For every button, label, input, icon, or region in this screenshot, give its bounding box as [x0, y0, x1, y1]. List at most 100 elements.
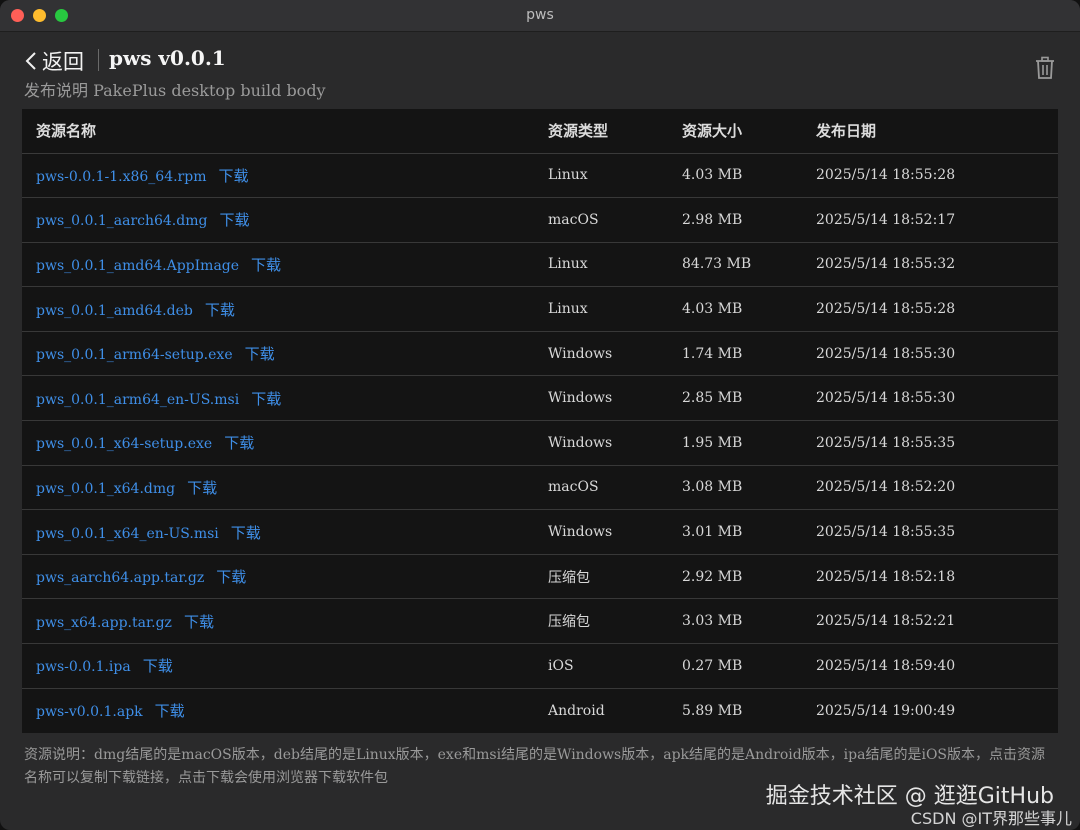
- release-notes: 发布说明 PakePlus desktop build body: [24, 81, 326, 100]
- asset-date-cell: 2025/5/14 18:55:32: [802, 242, 1058, 288]
- header-divider: [98, 49, 99, 71]
- asset-size-cell: 5.89 MB: [682, 702, 743, 719]
- watermark-csdn: CSDN @IT界那些事儿: [910, 809, 1072, 828]
- asset-size-cell: 3.03 MB: [668, 598, 802, 645]
- column-header-name: 资源名称: [22, 109, 534, 154]
- asset-name-cell: pws-0.0.1-1.x86_64.rpm 下载: [22, 153, 534, 199]
- asset-name-link[interactable]: pws_0.0.1_arm64-setup.exe: [36, 347, 233, 363]
- asset-type-cell: Windows: [534, 331, 668, 377]
- asset-date-cell: 2025/5/14 18:55:28: [802, 286, 1058, 332]
- table-row: pws_0.0.1_arm64_en-US.msi 下载 Windows 2.85 M…: [22, 375, 1058, 422]
- asset-type-cell: macOS: [534, 465, 668, 511]
- asset-type-cell: macOS: [534, 197, 668, 243]
- asset-size-cell: 4.03 MB: [668, 153, 802, 199]
- table-row: pws_0.0.1_x64.dmg 下载 macOS 3.08 MB 2025/5/14…: [22, 465, 1058, 511]
- download-link[interactable]: 下载: [224, 434, 254, 452]
- asset-name-link[interactable]: pws_0.0.1_arm64_en-US.msi: [36, 392, 239, 408]
- asset-name-cell: pws-0.0.1.ipa 下载: [22, 643, 534, 689]
- asset-name-link[interactable]: pws_x64.app.tar.gz: [36, 615, 172, 631]
- delete-button[interactable]: [1034, 56, 1056, 84]
- download-link[interactable]: 下载: [231, 524, 261, 542]
- asset-name-link[interactable]: pws-v0.0.1.apk: [36, 704, 143, 720]
- asset-name-link[interactable]: pws_0.0.1_x64.dmg: [36, 481, 175, 497]
- back-button[interactable]: 返回: [24, 46, 84, 76]
- asset-type-cell: Windows: [534, 509, 668, 555]
- asset-size-cell: 1.95 MB: [668, 420, 802, 466]
- table-row: pws-0.0.1.ipa 下载 iOS 0.27 MB 2025/5/14 18:59…: [22, 643, 1058, 689]
- asset-type-cell: Windows: [534, 375, 668, 422]
- asset-name-link[interactable]: pws_0.0.1_amd64.deb: [36, 303, 193, 319]
- asset-name-cell: pws_0.0.1_arm64_en-US.msi 下载: [22, 375, 534, 422]
- asset-name-cell: pws_0.0.1_x64.dmg 下载: [22, 465, 534, 511]
- asset-name-link[interactable]: pws_0.0.1_aarch64.dmg: [36, 213, 207, 229]
- download-link[interactable]: 下载: [245, 345, 275, 363]
- table-row: pws-0.0.1-1.x86_64.rpm 下载 Linux 4.03 MB 2025…: [22, 153, 1058, 199]
- asset-name-cell: pws_0.0.1_arm64-setup.exe 下载: [22, 331, 534, 377]
- asset-type-cell: Linux: [534, 153, 668, 199]
- table-row: pws-v0.0.1.apk 下载 Android 5.89 MB 2025/5/14 …: [22, 688, 1058, 733]
- table-row: pws_0.0.1_amd64.AppImage 下载 Linux 84.73 MB 2…: [22, 242, 1058, 288]
- download-link[interactable]: 下载: [143, 657, 173, 675]
- column-header-size: 资源大小: [668, 109, 802, 154]
- download-link[interactable]: 下载: [216, 568, 246, 586]
- table-row: pws_0.0.1_aarch64.dmg 下载 macOS 2.98 MB 2025/…: [22, 197, 1058, 243]
- asset-size-cell: 0.27 MB: [668, 643, 802, 689]
- table-header-row: 资源名称 资源类型 资源大小 发布日期: [22, 109, 1058, 154]
- asset-size-cell: 3.08 MB: [668, 465, 802, 511]
- asset-size-cell: 1.74 MB: [668, 331, 802, 377]
- asset-name-cell: pws_0.0.1_amd64.deb 下载: [22, 286, 534, 332]
- asset-size-cell: 4.03 MB: [668, 286, 802, 332]
- asset-date-cell: 2025/5/14 18:52:20: [802, 465, 1058, 511]
- asset-name-link[interactable]: pws_0.0.1_x64_en-US.msi: [36, 526, 219, 542]
- asset-date-cell: 2025/5/14 18:55:35: [802, 509, 1058, 555]
- asset-date-cell: 2025/5/14 18:55:35: [802, 420, 1058, 466]
- asset-name-cell: pws_0.0.1_aarch64.dmg 下载: [22, 197, 534, 243]
- column-header-type: 资源类型: [534, 109, 668, 154]
- asset-type-cell: Linux: [534, 286, 668, 332]
- table-row: pws_x64.app.tar.gz 下载 压缩包 3.03 MB 2025/5/14 …: [22, 598, 1058, 645]
- asset-type-cell: iOS: [534, 643, 668, 689]
- asset-type-cell: Android: [548, 702, 605, 719]
- asset-date-cell: 2025/5/14 18:52:21: [802, 598, 1058, 645]
- page-header: 返回 pws v0.0.1 发布说明 PakePlus desktop buil…: [24, 44, 1056, 100]
- asset-name-cell: pws_aarch64.app.tar.gz 下载: [22, 554, 534, 600]
- download-link[interactable]: 下载: [184, 613, 214, 631]
- window-title: pws: [526, 7, 554, 23]
- column-header-date: 发布日期: [802, 109, 1058, 154]
- table-row: pws_aarch64.app.tar.gz 下载 压缩包 2.92 MB 2025/5…: [22, 554, 1058, 600]
- asset-type-cell: 压缩包: [534, 598, 668, 645]
- asset-size-cell: 3.01 MB: [668, 509, 802, 555]
- table-row: pws_0.0.1_x64_en-US.msi 下载 Windows 3.01 MB 2…: [22, 509, 1058, 555]
- asset-name-link[interactable]: pws-0.0.1-1.x86_64.rpm: [36, 169, 206, 185]
- trash-icon: [1036, 56, 1054, 79]
- asset-name-cell: pws_0.0.1_x64-setup.exe 下载: [22, 420, 534, 466]
- asset-date-cell: 2025/5/14 18:55:30: [802, 375, 1058, 422]
- asset-date-cell: 2025/5/14 18:52:17: [802, 197, 1058, 243]
- asset-name-cell: pws_0.0.1_amd64.AppImage 下载: [22, 242, 534, 288]
- asset-date-cell: 2025/5/14 18:52:18: [802, 554, 1058, 600]
- asset-name-link[interactable]: pws-0.0.1.ipa: [36, 659, 131, 675]
- asset-type-cell: 压缩包: [534, 554, 668, 600]
- asset-date-cell: 2025/5/14 18:55:28: [802, 153, 1058, 199]
- table-row: pws_0.0.1_amd64.deb 下载 Linux 4.03 MB 2025/5/…: [22, 286, 1058, 332]
- page-title: pws v0.0.1: [109, 46, 226, 70]
- download-link[interactable]: 下载: [251, 390, 281, 408]
- asset-name-link[interactable]: pws_0.0.1_x64-setup.exe: [36, 436, 212, 452]
- back-label: 返回: [42, 50, 84, 74]
- download-link[interactable]: 下载: [218, 167, 248, 185]
- chevron-left-icon: [25, 52, 36, 70]
- download-link[interactable]: 下载: [251, 256, 281, 274]
- download-link[interactable]: 下载: [187, 479, 217, 497]
- asset-name-link[interactable]: pws_0.0.1_amd64.AppImage: [36, 258, 239, 274]
- download-link[interactable]: 下载: [155, 702, 185, 720]
- asset-name-link[interactable]: pws_aarch64.app.tar.gz: [36, 570, 204, 586]
- asset-size-cell: 2.98 MB: [668, 197, 802, 243]
- asset-size-cell: 2.85 MB: [668, 375, 802, 422]
- title-bar: pws: [0, 0, 1080, 32]
- download-link[interactable]: 下载: [205, 301, 235, 319]
- asset-date-cell: 2025/5/14 18:55:30: [802, 331, 1058, 377]
- asset-type-cell: Linux: [534, 242, 668, 288]
- asset-date-cell: 2025/5/14 18:59:40: [802, 643, 1058, 689]
- asset-size-cell: 84.73 MB: [668, 242, 802, 288]
- download-link[interactable]: 下载: [219, 211, 249, 229]
